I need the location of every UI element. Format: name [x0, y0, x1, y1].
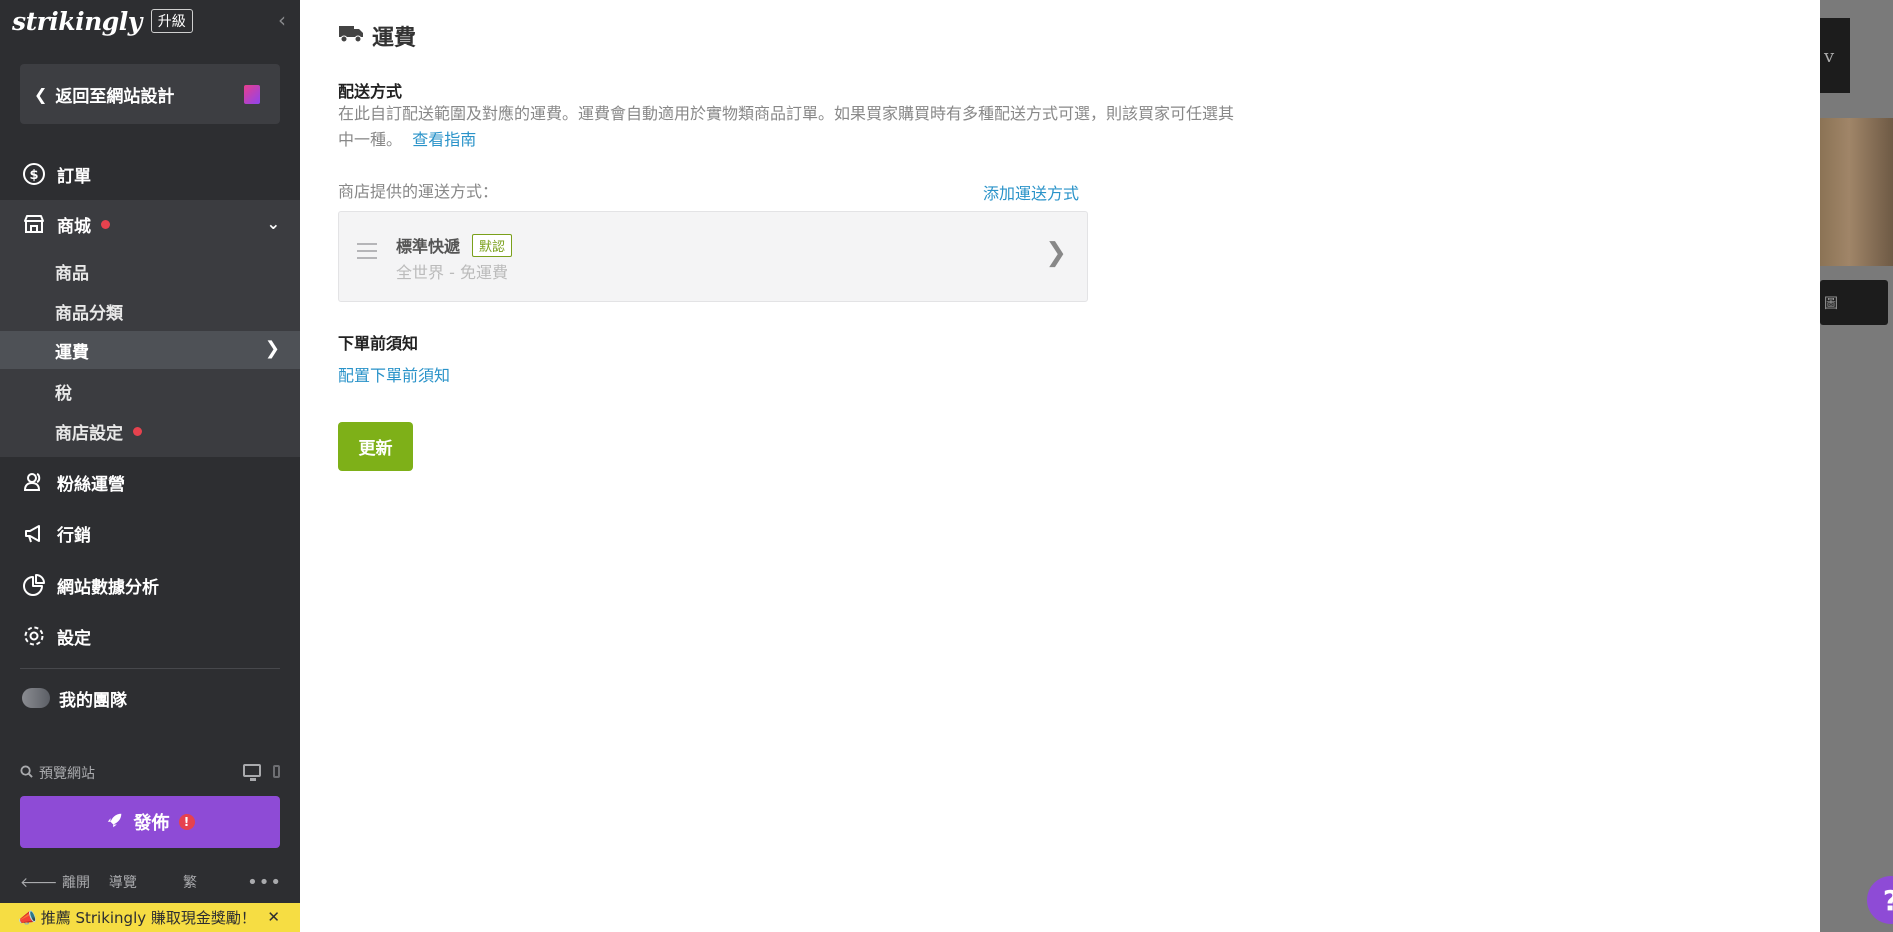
sidebar-item-shipping[interactable]: 運費 ❯	[0, 331, 300, 369]
close-icon[interactable]: ✕	[267, 908, 280, 926]
language-switch[interactable]: 繁	[183, 872, 247, 892]
leave-label: 離開	[62, 875, 90, 891]
sidebar-item-label: 商品	[55, 263, 89, 284]
background-button: 圖	[1820, 280, 1888, 325]
svg-text:$: $	[29, 168, 38, 183]
device-toggle	[243, 762, 280, 781]
sidebar-item-store-settings[interactable]: 商店設定	[0, 412, 300, 450]
editor-background: v 圖	[1820, 0, 1893, 932]
nav-item-team[interactable]: 我的團隊	[0, 678, 300, 718]
dollar-circle-icon: $	[22, 162, 46, 186]
nav-item-marketing[interactable]: 行銷	[0, 513, 300, 553]
methods-label: 商店提供的運送方式：	[338, 182, 499, 201]
background-button-glyph: 圖	[1824, 296, 1838, 312]
strikingly-logo[interactable]: strikingly	[12, 7, 142, 36]
chevron-down-icon: ⌄	[266, 214, 280, 233]
more-icon[interactable]: •••	[247, 872, 282, 893]
page-title-text: 運費	[372, 26, 417, 51]
nav-label-settings: 設定	[57, 628, 91, 649]
nav-label-team: 我的團隊	[59, 690, 127, 711]
desktop-icon[interactable]	[243, 764, 261, 781]
search-icon	[20, 764, 33, 782]
nav-label-orders: 訂單	[57, 166, 91, 187]
leave-link[interactable]: 🡐 離開	[20, 872, 109, 892]
sidebar-item-label: 商品分類	[55, 303, 123, 324]
nav-label-analytics: 網站數據分析	[57, 577, 159, 598]
users-icon	[22, 470, 46, 494]
view-guide-link[interactable]: 查看指南	[412, 130, 476, 149]
delivery-method-heading: 配送方式	[338, 82, 403, 101]
sidebar-item-products[interactable]: 商品	[0, 252, 300, 290]
nav-item-analytics[interactable]: 網站數據分析	[0, 565, 300, 605]
nav-item-store[interactable]: 商城 ⌄	[0, 204, 300, 244]
rocket-icon	[106, 811, 124, 834]
referral-text: 推薦 Strikingly 賺取現金獎勵！	[40, 909, 256, 927]
chevron-left-icon: ❮	[34, 84, 48, 104]
page-title: 運費	[338, 20, 416, 52]
megaphone-icon: 📣	[18, 908, 37, 927]
nav-label-marketing: 行銷	[57, 525, 91, 546]
brand-row: strikingly 升級	[12, 6, 193, 36]
preview-site-row: 預覽網站	[20, 762, 280, 784]
megaphone-icon	[22, 521, 46, 545]
add-shipping-method-link[interactable]: 添加運送方式	[983, 180, 1079, 204]
sidebar-item-label: 運費	[55, 342, 89, 363]
sidebar-item-tax[interactable]: 稅	[0, 372, 300, 410]
background-glyph: v	[1824, 46, 1835, 67]
back-to-site-design-label: 返回至網站設計	[55, 86, 175, 107]
chevron-right-icon: ❯	[1045, 238, 1067, 268]
default-badge: 默認	[472, 233, 513, 257]
arrow-left-icon: 🡐	[20, 875, 62, 891]
preview-site-link[interactable]: 預覽網站	[39, 763, 95, 783]
background-header-block: v	[1820, 18, 1850, 93]
publish-button[interactable]: 發佈 !	[20, 796, 280, 848]
page-icon	[244, 85, 260, 104]
nav-item-settings[interactable]: 設定	[0, 616, 300, 656]
alert-dot	[133, 426, 142, 436]
nav-item-fans[interactable]: 粉絲運營	[0, 462, 300, 502]
sidebar: strikingly 升級 ‹ ❮ 返回至網站設計 $ 訂單 商品 商品分類 運…	[0, 0, 300, 932]
store-icon	[22, 212, 46, 236]
sidebar-item-label: 商店設定	[55, 423, 123, 444]
delivery-description: 在此自訂配送範圍及對應的運費。運費會自動適用於實物類商品訂單。如果買家購買時有多…	[338, 101, 1238, 153]
guide-link[interactable]: 導覽	[109, 872, 183, 892]
shipping-method-name: 標準快遞	[396, 237, 461, 256]
background-image	[1820, 118, 1893, 266]
nav-label-fans: 粉絲運營	[57, 474, 125, 495]
publish-label: 發佈	[133, 813, 170, 834]
pie-chart-icon	[22, 573, 46, 597]
update-button[interactable]: 更新	[338, 422, 413, 471]
shipping-panel: 運費 配送方式 在此自訂配送範圍及對應的運費。運費會自動適用於實物類商品訂單。如…	[300, 0, 1820, 932]
back-to-site-design-button[interactable]: ❮ 返回至網站設計	[20, 64, 280, 124]
team-avatar	[22, 688, 50, 708]
configure-order-notice-link[interactable]: 配置下單前須知	[338, 362, 450, 386]
order-notice-heading: 下單前須知	[338, 334, 419, 353]
shipping-method-name-row: 標準快遞 默認	[396, 233, 513, 257]
referral-banner[interactable]: 📣 推薦 Strikingly 賺取現金獎勵！ ✕	[0, 903, 300, 932]
sidebar-item-label: 稅	[55, 383, 72, 404]
nav-item-orders[interactable]: $ 訂單	[0, 154, 300, 194]
sidebar-footer: 🡐 離開 導覽 繁 •••	[20, 872, 282, 893]
shipping-method-detail: 全世界 - 免運費	[396, 263, 508, 282]
alert-dot	[101, 219, 110, 229]
alert-icon: !	[178, 814, 195, 830]
nav-label-store: 商城	[57, 216, 91, 237]
collapse-sidebar-icon[interactable]: ‹	[278, 8, 286, 32]
shipping-method-card[interactable]: 標準快遞 默認 全世界 - 免運費 ❯	[338, 211, 1088, 302]
sidebar-divider	[20, 668, 280, 669]
sidebar-item-categories[interactable]: 商品分類	[0, 292, 300, 330]
mobile-icon[interactable]	[273, 765, 280, 778]
drag-handle-icon[interactable]	[357, 243, 377, 264]
upgrade-badge[interactable]: 升級	[150, 9, 193, 33]
chevron-right-icon: ❯	[264, 338, 280, 359]
truck-icon	[338, 23, 364, 49]
gear-icon	[22, 624, 46, 648]
